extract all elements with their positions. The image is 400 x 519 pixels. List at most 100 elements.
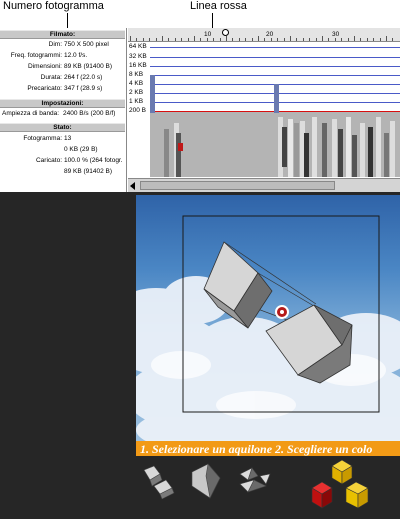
horizontal-scrollbar[interactable]: [128, 178, 400, 192]
stat-value: 347 f (28.9 s): [64, 85, 103, 92]
frame-bar: [178, 143, 183, 151]
stat-value: 13: [64, 135, 72, 142]
frame-bar: [312, 117, 317, 177]
stat-value: 12.0 f/s.: [64, 52, 88, 59]
stat-row-frame: Fotogramma: 13: [0, 134, 125, 144]
stat-row-dim: Dim: 750 X 500 pixel: [0, 40, 125, 50]
kb-label: 4 KB: [129, 80, 144, 87]
ruler-number: 30: [332, 31, 340, 38]
frame-bar: [150, 75, 155, 113]
frame-bar: [346, 117, 351, 177]
stat-value: 2400 B/s (200 B/f): [63, 110, 116, 117]
ruler-tick: [309, 38, 310, 41]
state-section-header: Stato:: [0, 123, 125, 132]
stat-row-size: Dimensioni: 89 KB (91400 B): [0, 62, 125, 72]
frame-bar: [288, 119, 293, 177]
kb-label: 64 KB: [129, 43, 147, 50]
ruler-tick: [392, 38, 393, 41]
ruler-tick: [136, 38, 137, 41]
ruler-tick: [232, 38, 233, 41]
ruler-tick: [239, 38, 240, 41]
frame-bar: [322, 123, 327, 177]
frame-bar: [176, 133, 181, 177]
ruler-tick: [130, 36, 131, 41]
frame-bar: [338, 129, 343, 177]
kite-selector-bar: [136, 456, 400, 519]
ruler-tick: [188, 38, 189, 41]
frame-bar: [352, 135, 357, 177]
stat-label: Dim:: [48, 41, 62, 48]
banner-text: 1. Selezionare un aquilone 2. Scegliere …: [140, 442, 373, 456]
ruler-tick: [373, 38, 374, 41]
frame-bar: [282, 127, 287, 167]
kb-gridline: [150, 66, 400, 67]
ruler-tick: [367, 38, 368, 41]
stat-value: 264 f (22.0 s): [64, 74, 103, 81]
kb-label: 32 KB: [129, 53, 147, 60]
color-cubes-icon[interactable]: [311, 459, 369, 509]
kb-gridline: [150, 47, 400, 48]
kite-triangles-icon[interactable]: [239, 467, 271, 493]
frame-bar: [304, 133, 309, 177]
ruler-tick: [386, 36, 387, 41]
instruction-banner: 1. Selezionare un aquilone 2. Scegliere …: [136, 441, 400, 456]
kite-center-icon: [275, 305, 289, 319]
red-line-callout: Linea rossa: [190, 0, 247, 12]
ruler-tick: [354, 36, 355, 41]
frame-bar: [294, 123, 299, 177]
kb-gridline: [150, 75, 400, 76]
stat-label: Fotogramma:: [23, 135, 62, 142]
kb-label: 1 KB: [129, 98, 144, 105]
scroll-thumb[interactable]: [140, 181, 335, 190]
kite-box-icon[interactable]: [143, 465, 175, 500]
frame-bar: [274, 84, 279, 113]
stat-label: Ampiezza di banda:: [2, 110, 60, 117]
ruler-tick: [168, 38, 169, 41]
kb-gridline: [150, 57, 400, 58]
stat-value: 89 KB (91400 B): [64, 63, 113, 70]
frame-ruler[interactable]: 10 20 30: [128, 28, 400, 42]
ruler-tick: [258, 36, 259, 41]
ruler-tick: [380, 38, 381, 41]
frame-bar: [360, 123, 365, 177]
stat-label: Caricato:: [35, 157, 62, 164]
ruler-tick: [175, 38, 176, 41]
stat-value: 89 KB (91402 B): [64, 168, 113, 175]
movie-preview[interactable]: [136, 195, 400, 441]
kb-label: 8 KB: [129, 71, 144, 78]
stat-label: Freq. fotogrammi:: [10, 52, 62, 59]
stat-value: 100.0 % (264 fotogr.: [64, 157, 123, 164]
ruler-tick: [277, 38, 278, 41]
frame-bar: [390, 121, 395, 177]
playhead-handle[interactable]: [222, 29, 229, 36]
ruler-tick: [143, 38, 144, 41]
ruler-tick: [296, 38, 297, 41]
ruler-number: 10: [204, 31, 212, 38]
ruler-tick: [348, 38, 349, 41]
stat-row-duration: Durata: 264 f (22.0 s): [0, 73, 125, 83]
kb-label: 200 B: [129, 107, 146, 114]
ruler-tick: [271, 38, 272, 41]
frame-size-chart: 64 KB 32 KB 16 KB 8 KB 4 KB 2 KB 1 KB 20…: [128, 43, 400, 177]
ruler-tick: [181, 38, 182, 41]
kite-diamond-icon[interactable]: [191, 463, 221, 499]
frame-number-callout: Numero fotogramma: [3, 0, 104, 12]
frame-bar: [164, 129, 169, 177]
movie-scene: [136, 215, 400, 441]
ruler-tick: [322, 36, 323, 41]
kb-label: 2 KB: [129, 89, 144, 96]
stat-row-bandwidth: Ampiezza di banda: 2400 B/s (200 B/f): [0, 109, 125, 119]
ruler-tick: [220, 38, 221, 41]
stats-panel: Filmato: Dim: 750 X 500 pixel Freq. foto…: [0, 28, 127, 192]
stat-label: Durata:: [40, 74, 62, 81]
ruler-tick: [290, 36, 291, 41]
movie-section-header: Filmato:: [0, 30, 125, 39]
ruler-tick: [226, 36, 227, 41]
ruler-tick: [360, 38, 361, 41]
scroll-left-arrow-icon[interactable]: [130, 182, 135, 190]
stat-label: Precaricato:: [27, 85, 62, 92]
stat-row-preload: Precaricato: 347 f (28.9 s): [0, 84, 125, 94]
ruler-tick: [156, 38, 157, 41]
timeline-graph[interactable]: 10 20 30 64 KB 32 KB 16 KB 8 KB 4 KB 2 K…: [128, 28, 400, 192]
ruler-tick: [252, 38, 253, 41]
